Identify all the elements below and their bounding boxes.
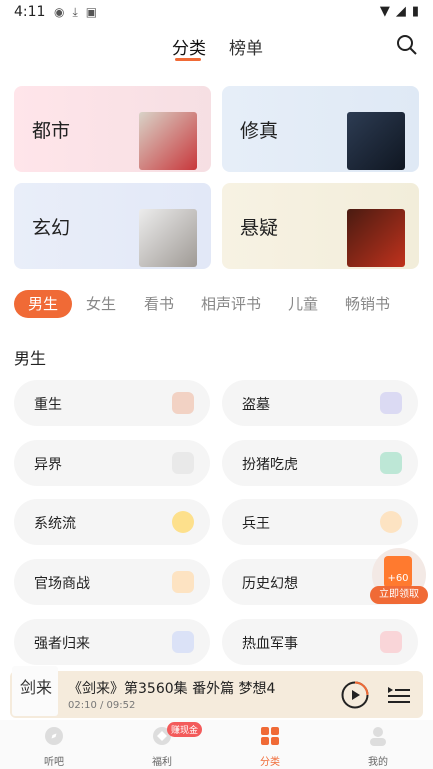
- pig-icon: [380, 452, 402, 474]
- badge-icon: [380, 631, 402, 653]
- gear-icon: [172, 511, 194, 533]
- battery-icon: ▮: [411, 4, 419, 19]
- list-item[interactable]: 异界: [14, 440, 210, 486]
- download-icon: ⤓: [72, 5, 78, 19]
- list-item[interactable]: 强者归来: [14, 619, 210, 665]
- item-label: 重生: [34, 397, 62, 413]
- nav-label: 听吧: [44, 757, 64, 768]
- promo-amount: +60: [387, 573, 409, 584]
- nav-category[interactable]: 分类: [240, 726, 300, 768]
- status-left-icons: ◉ ⤓ ▣: [54, 5, 97, 20]
- nav-label: 我的: [368, 757, 388, 768]
- list-item[interactable]: 兵王: [222, 499, 418, 545]
- list-item[interactable]: 重生: [14, 380, 210, 426]
- category-label: 都市: [32, 120, 71, 142]
- nav-listen[interactable]: 听吧: [24, 726, 84, 768]
- people-icon: [172, 631, 194, 653]
- genre-tab-crosstalk[interactable]: 相声评书: [201, 290, 261, 318]
- playlist-icon[interactable]: [388, 685, 410, 705]
- tombstone-icon: [380, 392, 402, 414]
- book-cover: [347, 112, 405, 170]
- genre-tab-bestseller[interactable]: 畅销书: [345, 290, 390, 318]
- list-item[interactable]: 热血军事: [222, 619, 418, 665]
- item-label: 兵王: [242, 516, 270, 532]
- genre-tab-male[interactable]: 男生: [14, 290, 73, 318]
- item-label: 历史幻想: [242, 576, 298, 592]
- book-cover: [139, 209, 197, 267]
- category-label: 玄幻: [32, 217, 71, 239]
- medal-icon: [380, 511, 402, 533]
- genre-tab-children[interactable]: 儿童: [288, 290, 318, 318]
- signal-icon: ◢: [395, 4, 406, 19]
- compass-icon: [45, 727, 63, 745]
- list-item[interactable]: 扮猪吃虎: [222, 440, 418, 486]
- item-label: 异界: [34, 457, 62, 473]
- promo-claim-button[interactable]: 立即领取: [370, 586, 428, 604]
- active-tab-underline: [175, 58, 201, 61]
- book-cover: [347, 209, 405, 267]
- player-time: 02:10 / 09:52: [68, 700, 136, 711]
- thumb-text: 剑来: [20, 678, 53, 697]
- play-icon[interactable]: [341, 681, 369, 709]
- a-icon: ▣: [85, 5, 98, 19]
- list-item[interactable]: 系统流: [14, 499, 210, 545]
- search-icon[interactable]: [395, 33, 419, 57]
- category-card-dushi[interactable]: 都市: [14, 86, 211, 172]
- status-right-icons: ▼ ◢ ▮: [380, 4, 419, 19]
- category-label: 悬疑: [240, 217, 279, 239]
- cash-badge: 赚现金: [167, 722, 203, 737]
- section-title: 男生: [14, 349, 47, 368]
- wifi-icon: ▼: [379, 4, 390, 19]
- bottom-nav: 听吧 福利 赚现金 分类 我的: [0, 720, 433, 769]
- portal-icon: [172, 452, 194, 474]
- item-label: 官场商战: [34, 576, 90, 592]
- mini-player[interactable]: 剑来 《剑来》第3560集 番外篇 梦想4 02:10 / 09:52: [10, 666, 423, 718]
- nav-mine[interactable]: 我的: [348, 726, 408, 768]
- tab-ranking[interactable]: 榜单: [229, 34, 263, 59]
- item-label: 热血军事: [242, 636, 298, 652]
- nav-label: 福利: [152, 757, 172, 768]
- category-card-xuanhuan[interactable]: 玄幻: [14, 183, 211, 269]
- list-item[interactable]: 官场商战: [14, 559, 210, 605]
- player-thumbnail: 剑来: [12, 666, 58, 716]
- genre-tabs: 男生 女生 看书 相声评书 儿童 畅销书: [14, 290, 433, 320]
- genre-tab-read[interactable]: 看书: [144, 290, 174, 318]
- category-card-xuanyi[interactable]: 悬疑: [222, 183, 419, 269]
- player-title: 《剑来》第3560集 番外篇 梦想4: [68, 681, 276, 697]
- tab-category[interactable]: 分类: [172, 34, 206, 59]
- list-item[interactable]: 盗墓: [222, 380, 418, 426]
- nav-label: 分类: [260, 757, 280, 768]
- category-label: 修真: [240, 120, 279, 142]
- status-bar: 4:11 ◉ ⤓ ▣ ▼ ◢ ▮: [0, 0, 433, 26]
- promo-float[interactable]: +60 立即领取: [370, 548, 428, 604]
- scroll-icon: [172, 571, 194, 593]
- book-cover: [139, 112, 197, 170]
- user-icon: [370, 727, 386, 746]
- item-label: 盗墓: [242, 397, 270, 413]
- category-card-xiuzhen[interactable]: 修真: [222, 86, 419, 172]
- status-time: 4:11: [14, 4, 46, 20]
- item-label: 扮猪吃虎: [242, 457, 298, 473]
- item-label: 强者归来: [34, 636, 90, 652]
- ghost-icon: [172, 392, 194, 414]
- item-label: 系统流: [34, 516, 76, 532]
- genre-tab-female[interactable]: 女生: [86, 290, 116, 318]
- sim-icon: ◉: [54, 5, 65, 19]
- top-nav: 分类 榜单: [0, 30, 433, 64]
- grid-icon: [261, 727, 279, 745]
